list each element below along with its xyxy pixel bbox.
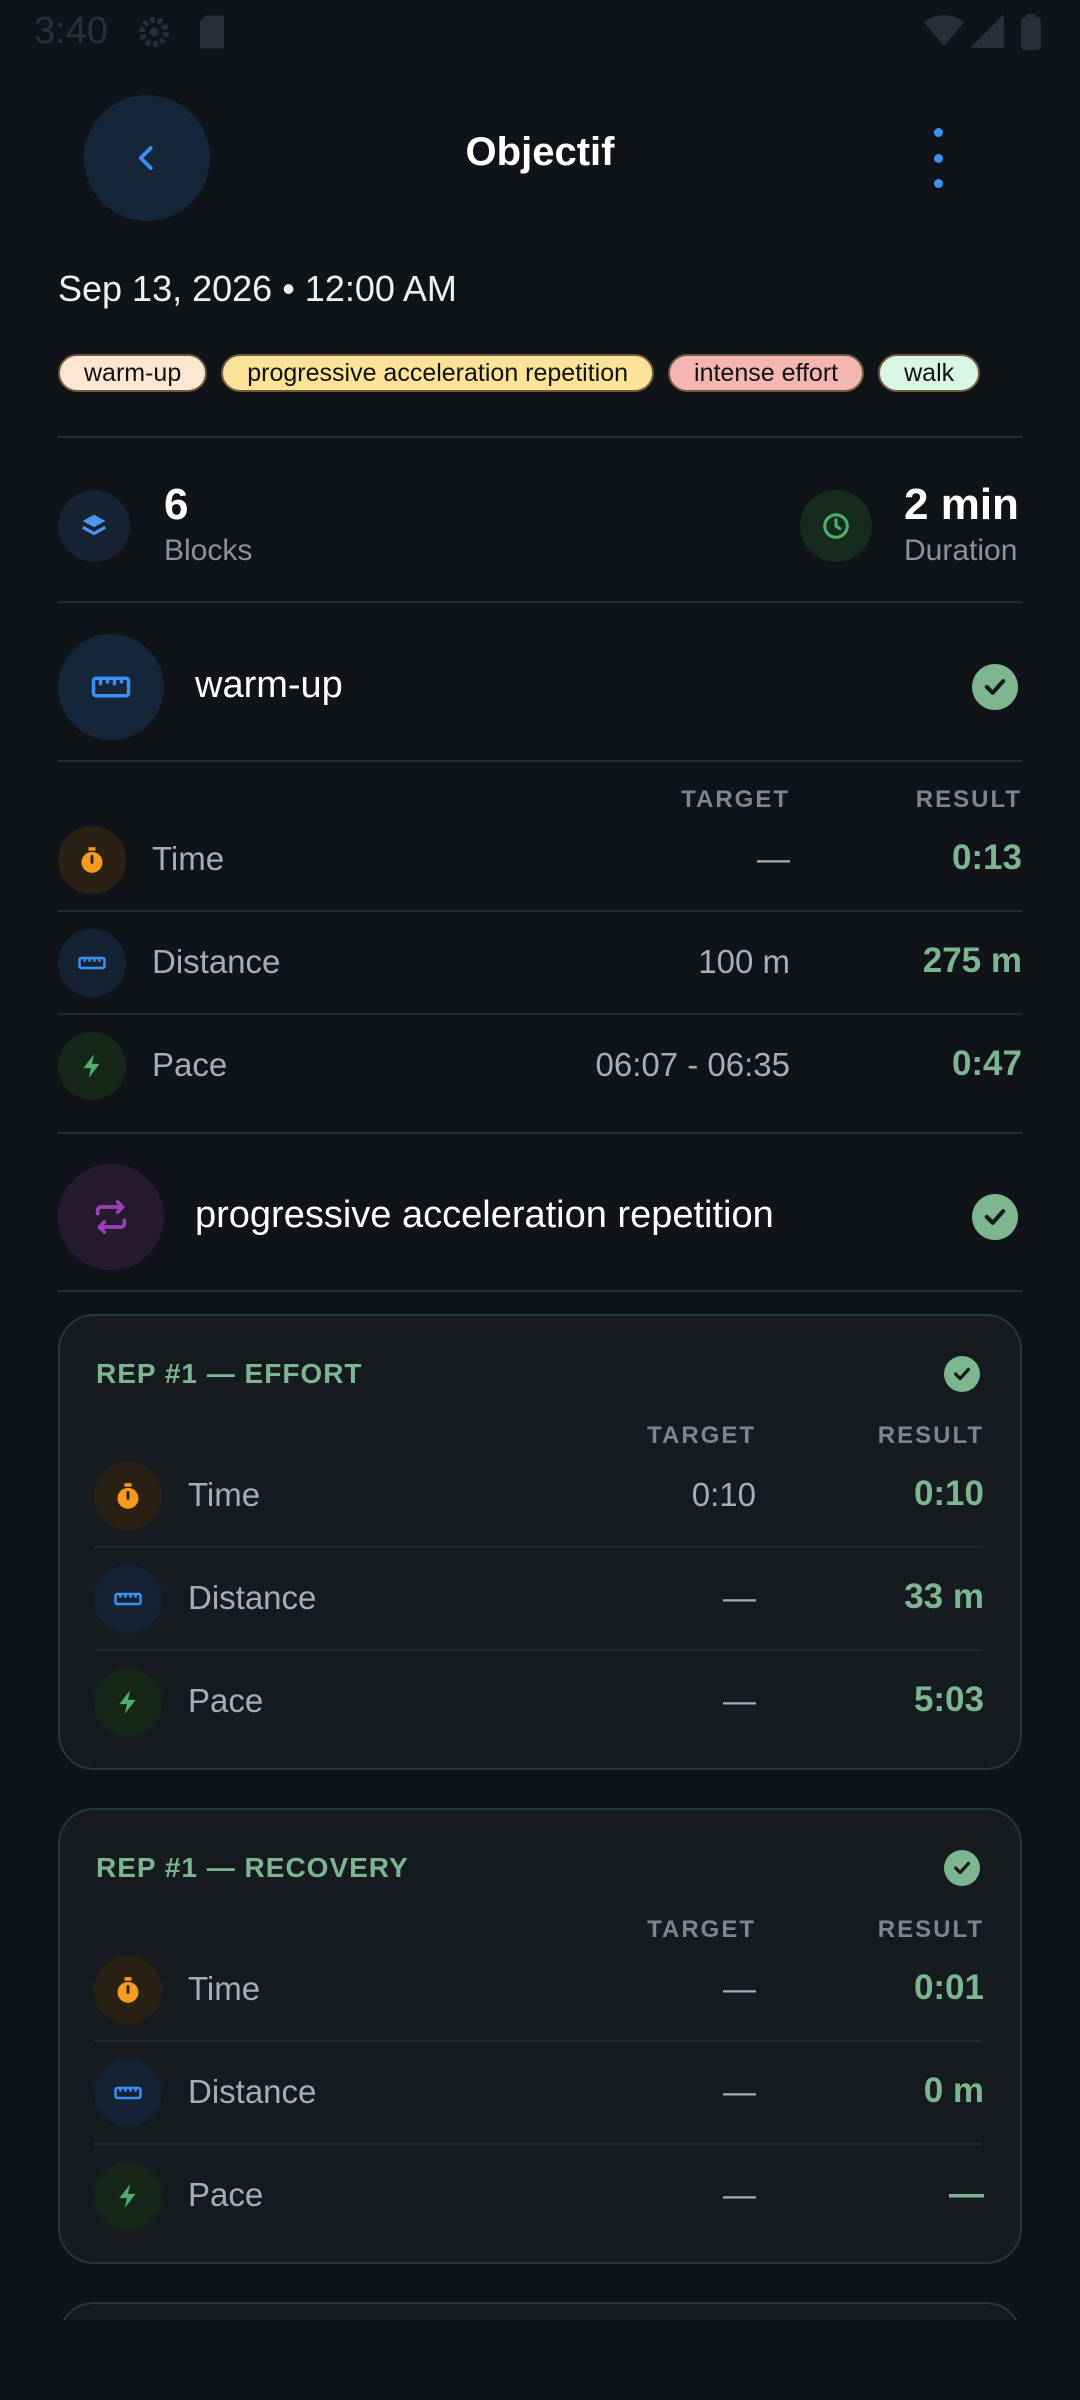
target-column-header: TARGET xyxy=(647,1422,756,1449)
result-column-header: RESULT xyxy=(877,1916,984,1943)
target-column-header: TARGET xyxy=(647,1916,756,1943)
distance-result: 33 m xyxy=(904,1577,984,1616)
pace-result: 0:47 xyxy=(951,1044,1022,1083)
block-title-warmup: warm-up xyxy=(195,664,343,706)
metric-label-pace: Pace xyxy=(188,2176,264,2213)
divider xyxy=(58,601,1022,603)
metric-label-distance: Distance xyxy=(188,1579,317,1616)
tag-chip[interactable]: walk xyxy=(878,354,981,392)
status-time: 3:40 xyxy=(34,10,108,52)
more-dot xyxy=(933,179,943,188)
stopwatch-icon xyxy=(58,826,126,894)
wifi-icon xyxy=(924,14,964,53)
rep-title: REP #1 — RECOVERY xyxy=(96,1852,409,1883)
ruler-icon xyxy=(58,929,126,997)
check-circle-icon xyxy=(972,664,1018,710)
more-dot xyxy=(933,153,943,163)
session-datetime: Sep 13, 2026 • 12:00 AM xyxy=(58,268,457,309)
block-title-progressive: progressive acceleration repetition xyxy=(195,1194,774,1236)
tag-list: warm-up progressive acceleration repetiti… xyxy=(58,354,1022,396)
blocks-count: 6 xyxy=(164,480,189,529)
blocks-label: Blocks xyxy=(164,534,253,567)
row-divider xyxy=(94,1649,982,1651)
row-divider xyxy=(58,910,1022,912)
pace-result: 5:03 xyxy=(913,1680,984,1719)
lightning-icon xyxy=(58,1032,126,1100)
rep-card-effort: REP #1 — EFFORT TARGET RESULT Time 0:10 … xyxy=(58,1314,1022,1770)
stopwatch-icon xyxy=(94,1462,162,1530)
result-column-header: RESULT xyxy=(877,1422,984,1449)
bottom-bar xyxy=(0,2320,1080,2400)
pace-result: — xyxy=(949,2174,984,2213)
metric-label-pace: Pace xyxy=(152,1046,228,1083)
ruler-icon xyxy=(58,634,164,740)
next-card-clip xyxy=(58,2302,1022,2320)
check-circle-icon xyxy=(972,1194,1018,1240)
time-result: 0:13 xyxy=(951,838,1022,877)
row-divider xyxy=(94,2040,982,2042)
clock-icon xyxy=(800,490,872,562)
metric-label-time: Time xyxy=(152,840,225,877)
row-divider xyxy=(58,1013,1022,1015)
sd-card-icon xyxy=(196,14,228,55)
metric-label-distance: Distance xyxy=(188,2073,317,2110)
rep-title: REP #1 — EFFORT xyxy=(96,1358,363,1389)
metric-label-time: Time xyxy=(188,1970,261,2007)
battery-icon xyxy=(1020,14,1042,55)
page-title: Objectif xyxy=(465,130,615,174)
divider xyxy=(58,1132,1022,1134)
result-column-header: RESULT xyxy=(915,786,1022,813)
divider xyxy=(58,760,1022,762)
distance-result: 0 m xyxy=(923,2071,984,2110)
check-circle-icon xyxy=(944,1356,980,1392)
metric-label-pace: Pace xyxy=(188,1682,264,1719)
rep-card-recovery: REP #1 — RECOVERY TARGET RESULT Time — 0… xyxy=(58,1808,1022,2264)
ruler-icon xyxy=(94,2059,162,2127)
page: 3:40 Objectif Sep 13, 2026 • 12:00 AM wa… xyxy=(0,0,1080,2400)
tag-chip[interactable]: progressive acceleration repetition xyxy=(221,354,655,392)
target-column-header: TARGET xyxy=(681,786,790,813)
check-circle-icon xyxy=(944,1850,980,1886)
blocks-icon xyxy=(58,490,130,562)
lightning-icon xyxy=(94,1668,162,1736)
row-divider xyxy=(94,2143,982,2145)
rep-card-next xyxy=(58,2302,1022,2320)
more-dot xyxy=(933,128,943,137)
tag-chip[interactable]: intense effort xyxy=(668,354,865,392)
duration-label: Duration xyxy=(904,534,1018,567)
stopwatch-icon xyxy=(94,1956,162,2024)
divider xyxy=(58,1290,1022,1292)
time-result: 0:10 xyxy=(913,1474,984,1513)
time-result: 0:01 xyxy=(913,1968,984,2007)
settings-icon xyxy=(136,14,172,55)
ruler-icon xyxy=(94,1565,162,1633)
signal-icon xyxy=(970,14,1004,53)
repeat-icon xyxy=(58,1164,164,1270)
distance-result: 275 m xyxy=(922,941,1022,980)
metric-label-time: Time xyxy=(188,1476,261,1513)
duration-value: 2 min xyxy=(904,480,1019,529)
tag-chip[interactable]: warm-up xyxy=(58,354,208,392)
more-options-button[interactable] xyxy=(920,128,956,188)
metric-label-distance: Distance xyxy=(152,943,281,980)
row-divider xyxy=(94,1546,982,1548)
lightning-icon xyxy=(94,2162,162,2230)
status-bar: 3:40 xyxy=(0,0,1080,64)
divider xyxy=(58,436,1022,438)
